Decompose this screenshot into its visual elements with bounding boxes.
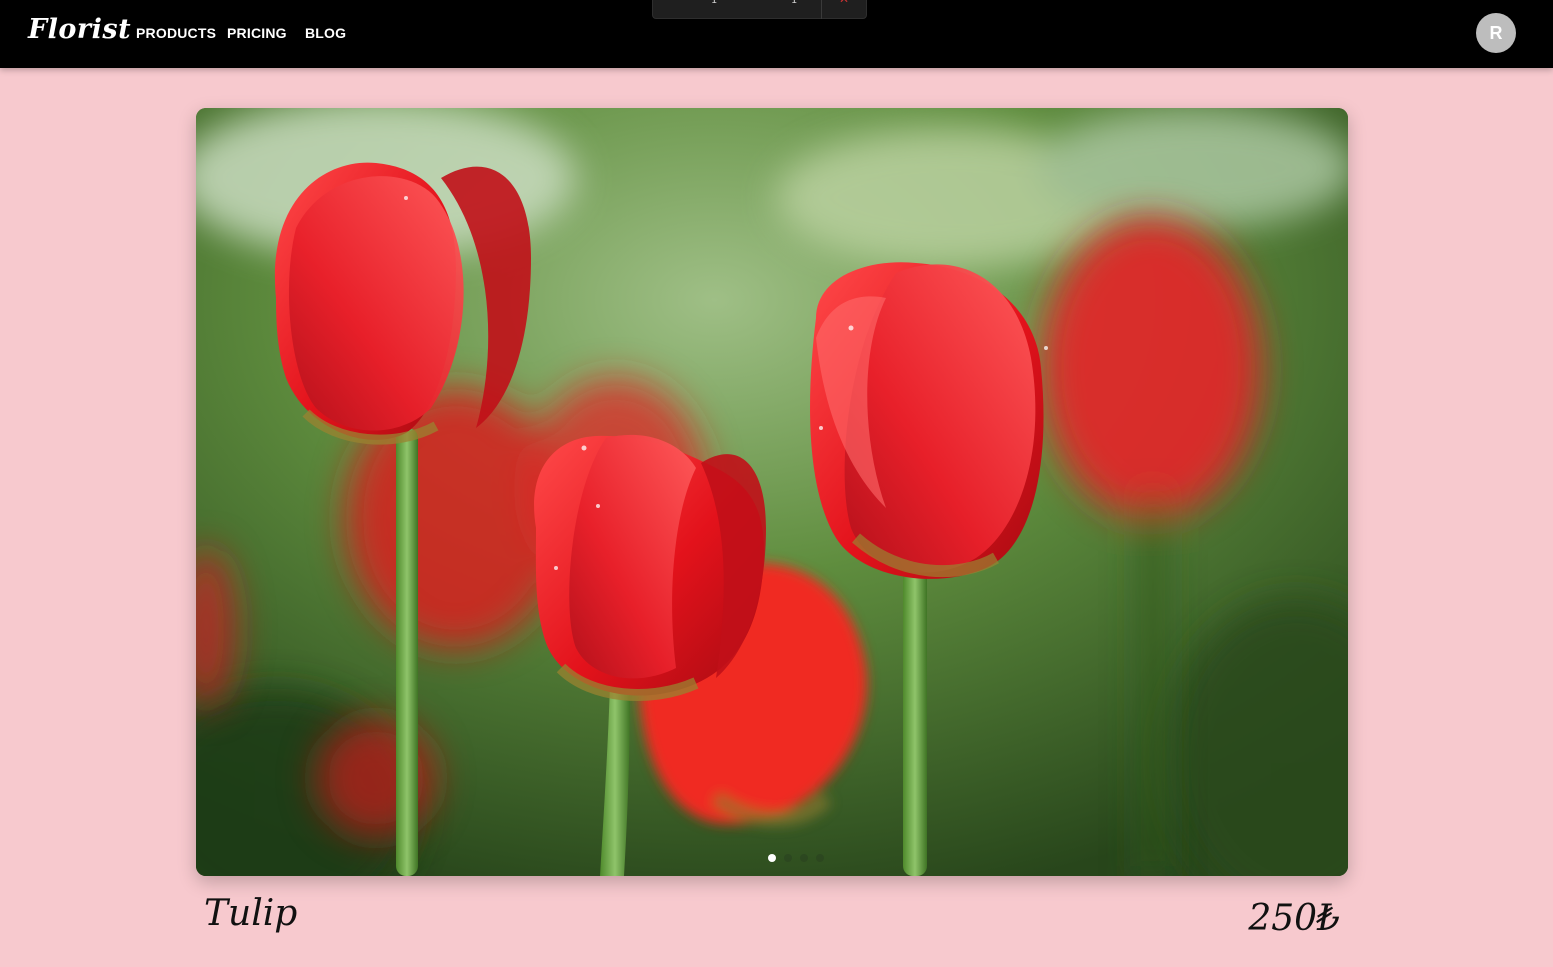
carousel-dot-1[interactable]	[768, 854, 776, 862]
floating-toolbar[interactable]: 1 1 ✕	[652, 0, 867, 19]
carousel-dot-4[interactable]	[816, 854, 824, 862]
top-navbar: Florist PRODUCTS PRICING BLOG 1 1 ✕ R	[0, 0, 1553, 68]
nav-link-blog[interactable]: BLOG	[305, 25, 346, 41]
close-icon[interactable]: ✕	[839, 0, 849, 5]
toolbar-divider	[821, 0, 822, 19]
carousel-dots	[220, 854, 1348, 862]
nav-link-products[interactable]: PRODUCTS	[136, 25, 216, 41]
product-name: Tulip	[204, 893, 298, 934]
brand-logo[interactable]: Florist	[28, 14, 131, 45]
nav-link-pricing[interactable]: PRICING	[227, 25, 287, 41]
tulip-photo-icon	[196, 108, 1348, 876]
toolbar-segment-2[interactable]: 1	[711, 0, 717, 6]
product-price: 250₺	[1248, 898, 1340, 939]
product-image-carousel[interactable]	[196, 108, 1348, 876]
carousel-dot-3[interactable]	[800, 854, 808, 862]
toolbar-segment-3[interactable]: 1	[791, 0, 797, 6]
carousel-dot-2[interactable]	[784, 854, 792, 862]
user-avatar[interactable]: R	[1476, 13, 1516, 53]
